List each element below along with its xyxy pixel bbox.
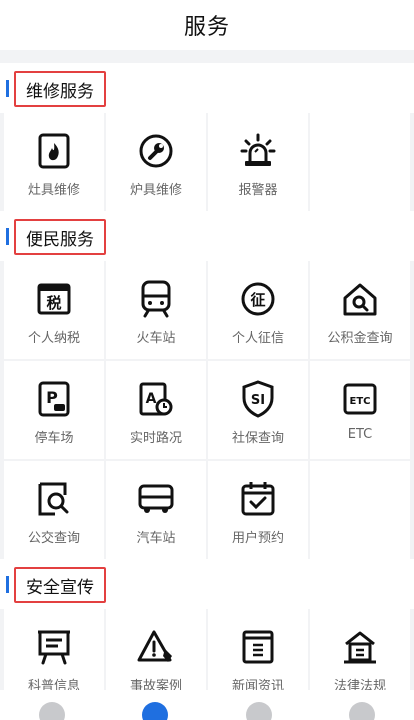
section-title-highlight: 维修服务 — [14, 71, 106, 107]
section-safety: 安全宣传 科普信息 事故案例 新闻资讯 法律法规 — [0, 559, 414, 690]
service-item-bus-station[interactable]: 汽车站 — [106, 461, 206, 559]
service-item-label: 用户预约 — [231, 531, 284, 546]
service-item-alarm[interactable]: 报警器 — [208, 113, 308, 211]
service-item-traffic[interactable]: A 实时路况 — [106, 361, 206, 459]
service-item-label: 炉具维修 — [129, 183, 182, 198]
court-icon — [340, 627, 380, 667]
page-header: 服务 — [0, 0, 414, 50]
service-item-label: 实时路况 — [129, 431, 182, 446]
section-title: 便民服务 — [26, 229, 94, 250]
section-convenience: 便民服务 税 个人纳税 火车站 征 个人征信 公积金查询 P 停车场 A 实时路… — [0, 211, 414, 559]
tab-more[interactable] — [207, 690, 310, 720]
service-item-label: 法律法规 — [333, 679, 386, 690]
news-icon — [238, 627, 278, 667]
tax-icon-glyph: 税 — [46, 294, 61, 312]
service-item-label: 灶具维修 — [27, 183, 80, 198]
train-icon — [136, 279, 176, 319]
service-item-label: 社保查询 — [231, 431, 284, 446]
house-search-icon — [340, 279, 380, 319]
empty-cell — [310, 461, 410, 559]
service-item-furnace-repair[interactable]: 炉具维修 — [106, 113, 206, 211]
section-header: 便民服务 — [0, 211, 414, 261]
service-item-label: 个人征信 — [231, 331, 284, 346]
page-title: 服务 — [183, 15, 230, 40]
service-item-label: 公积金查询 — [327, 331, 393, 346]
service-item-etc[interactable]: ETC ETC — [310, 361, 410, 459]
tab-profile[interactable] — [311, 690, 414, 720]
service-item-label: ETC — [347, 427, 373, 442]
credit-icon: 征 — [238, 279, 278, 319]
service-item-label: 火车站 — [136, 331, 176, 346]
service-item-science-info[interactable]: 科普信息 — [4, 609, 104, 690]
service-item-label: 报警器 — [238, 183, 278, 198]
warning-icon — [136, 627, 176, 667]
service-item-social-security[interactable]: SI 社保查询 — [208, 361, 308, 459]
service-item-stove-repair[interactable]: 灶具维修 — [4, 113, 104, 211]
section-accent-bar — [6, 576, 9, 593]
presentation-board-icon — [34, 627, 74, 667]
parking-icon: P — [34, 379, 74, 419]
traffic-icon: A — [136, 379, 176, 419]
wrench-icon — [136, 131, 176, 171]
bus-icon — [136, 479, 176, 519]
service-item-label: 停车场 — [34, 431, 74, 446]
section-header: 维修服务 — [0, 63, 414, 113]
service-item-label: 新闻资讯 — [231, 679, 284, 690]
profile-icon — [349, 702, 376, 720]
section-title: 安全宣传 — [26, 577, 94, 598]
alarm-light-icon — [238, 131, 278, 171]
section-header: 安全宣传 — [0, 559, 414, 609]
service-item-credit[interactable]: 征 个人征信 — [208, 261, 308, 359]
section-accent-bar — [6, 80, 9, 97]
stove-fire-icon — [34, 131, 74, 171]
service-item-bus-search[interactable]: 公交查询 — [4, 461, 104, 559]
etc-icon: ETC — [340, 379, 380, 419]
service-item-parking[interactable]: P 停车场 — [4, 361, 104, 459]
bottom-tab-bar — [0, 690, 414, 720]
service-item-laws[interactable]: 法律法规 — [310, 609, 410, 690]
service-item-appointment[interactable]: 用户预约 — [208, 461, 308, 559]
service-item-news[interactable]: 新闻资讯 — [208, 609, 308, 690]
social-security-icon: SI — [238, 379, 278, 419]
service-item-personal-tax[interactable]: 税 个人纳税 — [4, 261, 104, 359]
traffic-icon-glyph: A — [146, 391, 157, 407]
etc-icon-glyph: ETC — [350, 396, 371, 407]
home-icon — [38, 702, 65, 720]
bus-search-icon — [34, 479, 74, 519]
tax-icon: 税 — [34, 279, 74, 319]
tab-home[interactable] — [0, 690, 103, 720]
service-item-housing-fund[interactable]: 公积金查询 — [310, 261, 410, 359]
credit-icon-glyph: 征 — [250, 291, 265, 309]
calendar-check-icon — [238, 479, 278, 519]
service-item-train-station[interactable]: 火车站 — [106, 261, 206, 359]
section-title-highlight: 安全宣传 — [14, 567, 106, 603]
service-item-label: 事故案例 — [129, 679, 182, 690]
section-repair: 维修服务 灶具维修 炉具维修 报警器 — [0, 63, 414, 211]
section-accent-bar — [6, 228, 9, 245]
service-item-accident-cases[interactable]: 事故案例 — [106, 609, 206, 690]
service-list[interactable]: 维修服务 灶具维修 炉具维修 报警器 便民服务 税 个人纳税 火车站 征 个人征… — [0, 50, 414, 690]
more-icon — [245, 702, 272, 720]
service-item-label: 汽车站 — [136, 531, 176, 546]
service-item-label: 个人纳税 — [27, 331, 80, 346]
social-security-icon-glyph: SI — [251, 393, 265, 408]
section-title-highlight: 便民服务 — [14, 219, 106, 255]
service-item-label: 公交查询 — [27, 531, 80, 546]
tab-service[interactable] — [104, 690, 207, 720]
user-icon — [142, 702, 169, 720]
empty-cell — [310, 113, 410, 211]
section-title: 维修服务 — [26, 81, 94, 102]
service-item-label: 科普信息 — [27, 679, 80, 690]
